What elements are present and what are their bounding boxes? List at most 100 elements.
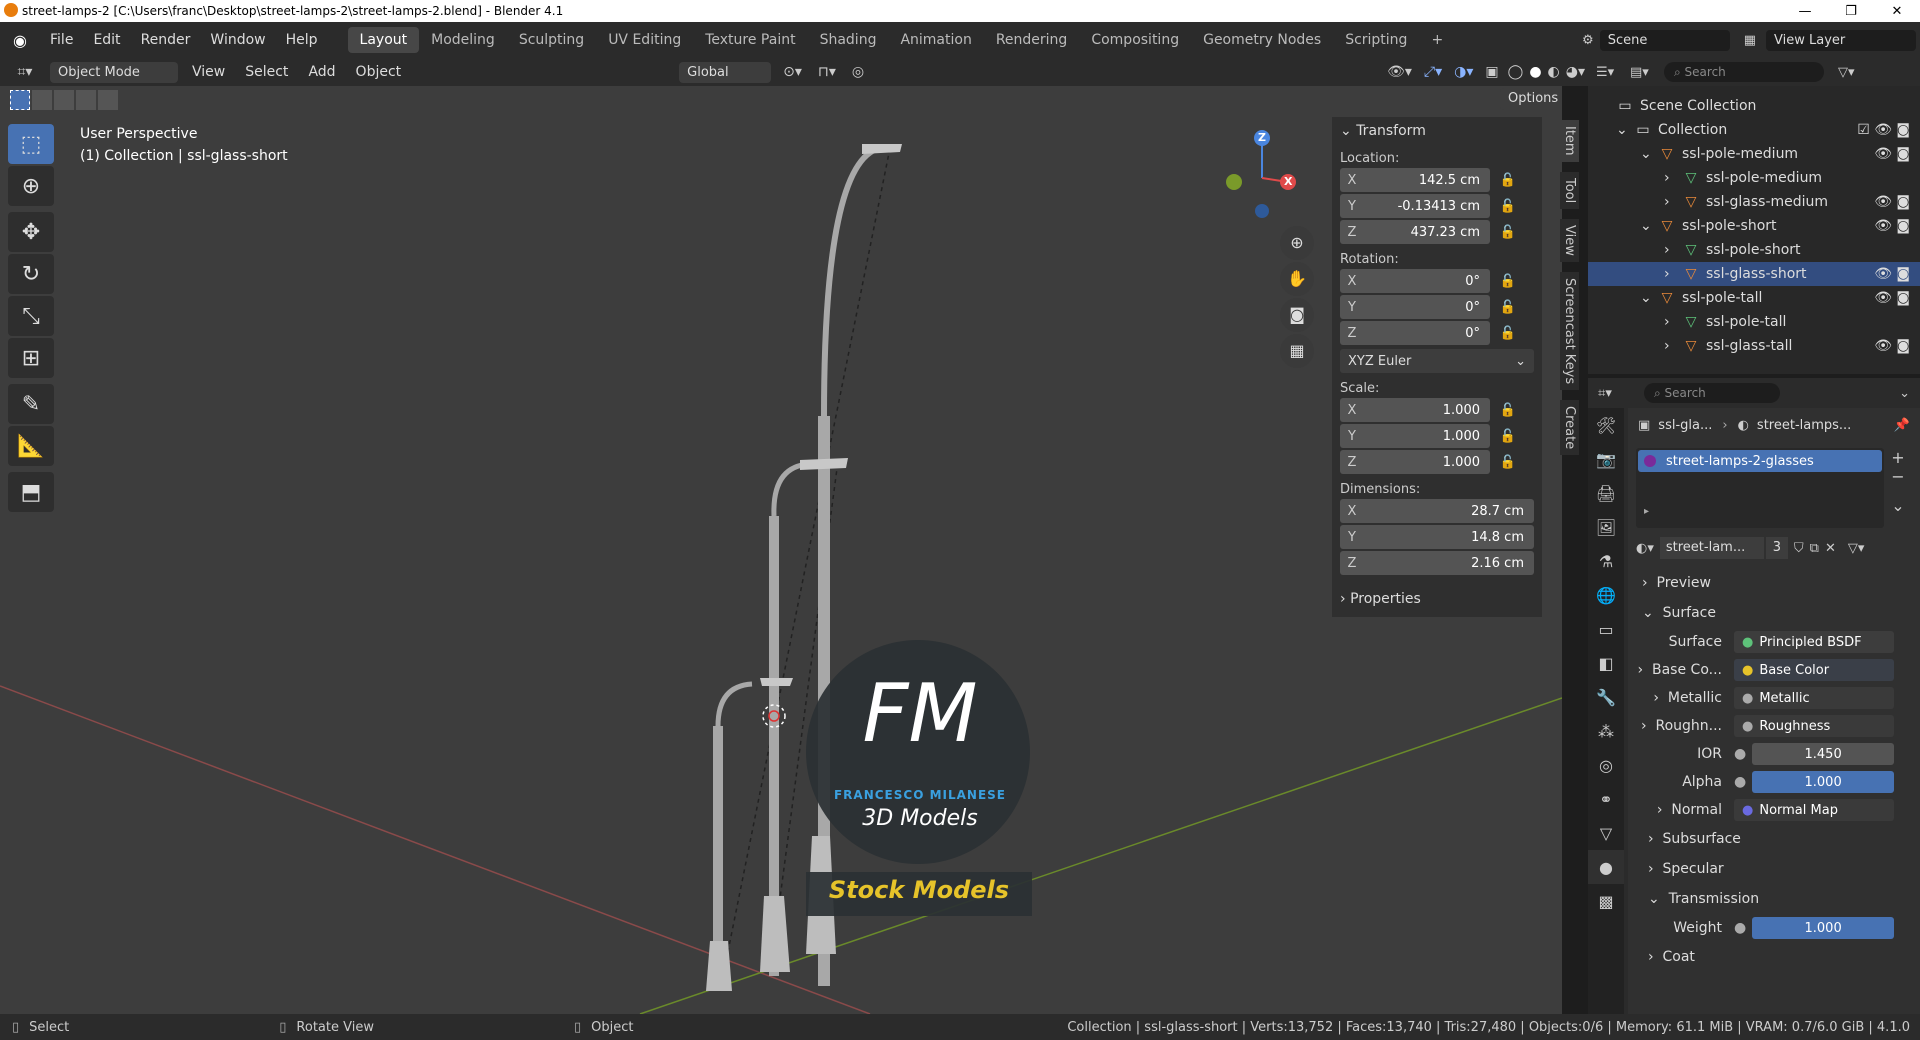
- collection-controls[interactable]: ☑ 👁 ◙: [1857, 122, 1910, 138]
- wireframe-shading-icon[interactable]: ◯: [1505, 64, 1527, 80]
- gizmo-toggle-icon[interactable]: ⤢▾: [1418, 64, 1448, 80]
- tab-item[interactable]: Item: [1560, 120, 1579, 162]
- outliner-row[interactable]: ⌄ ▽ ssl-pole-medium 👁 ◙: [1588, 142, 1920, 166]
- tab-uv-editing[interactable]: UV Editing: [596, 27, 693, 53]
- fake-user-icon[interactable]: ⛉: [1794, 541, 1804, 556]
- tab-geometry-nodes[interactable]: Geometry Nodes: [1191, 27, 1333, 53]
- perspective-toggle-icon[interactable]: ▦: [1280, 334, 1314, 368]
- display-mode-icon[interactable]: ▤▾: [1630, 65, 1664, 80]
- rotation-y-field[interactable]: Y 0° 🔓: [1340, 295, 1516, 319]
- subsurface-panel-header[interactable]: › Subsurface: [1628, 824, 1920, 854]
- output-properties-icon[interactable]: 🖨: [1588, 476, 1624, 510]
- transmission-panel-header[interactable]: ⌄ Transmission: [1628, 884, 1920, 914]
- expand-icon[interactable]: ▸: [1644, 506, 1649, 517]
- editor-type-icon[interactable]: ☰▾: [1596, 65, 1630, 80]
- data-properties-icon[interactable]: ▽: [1588, 816, 1624, 850]
- menu-object[interactable]: Object: [346, 64, 412, 80]
- add-slot-icon[interactable]: +: [1891, 448, 1904, 467]
- select-invert-icon[interactable]: [76, 90, 96, 110]
- slot-menu-icon[interactable]: ⌄: [1891, 496, 1904, 515]
- preview-panel-header[interactable]: › Preview: [1628, 568, 1920, 598]
- view-layer-properties-icon[interactable]: 🖼: [1588, 510, 1624, 544]
- tab-screencast-keys[interactable]: Screencast Keys: [1560, 271, 1579, 390]
- select-new-icon[interactable]: [10, 90, 30, 110]
- chevron-down-icon[interactable]: ⌄: [1640, 146, 1658, 162]
- chevron-right-icon[interactable]: ›: [1664, 314, 1682, 330]
- visibility-icon[interactable]: 👁▾: [1381, 64, 1418, 80]
- camera-view-icon[interactable]: ◙: [1280, 298, 1314, 332]
- rotation-z-field[interactable]: Z 0° 🔓: [1340, 321, 1516, 345]
- rotate-tool-icon[interactable]: ↻: [8, 254, 54, 294]
- pan-hand-icon[interactable]: ✋: [1280, 262, 1314, 296]
- proportional-edit-icon[interactable]: ◎: [844, 64, 872, 80]
- object-properties-icon[interactable]: ◧: [1588, 646, 1624, 680]
- ior-field[interactable]: 1.450: [1752, 743, 1894, 765]
- menu-help[interactable]: Help: [276, 32, 328, 48]
- scale-tool-icon[interactable]: ⤡: [8, 296, 54, 336]
- maximize-button[interactable]: ❐: [1828, 4, 1874, 19]
- scene-selector[interactable]: Scene: [1599, 29, 1730, 51]
- editor-type-icon[interactable]: ⌗▾: [0, 64, 50, 80]
- unlink-icon[interactable]: ✕: [1825, 541, 1836, 556]
- tab-tool[interactable]: Tool: [1560, 171, 1579, 209]
- lock-icon[interactable]: 🔓: [1500, 429, 1516, 444]
- add-workspace-icon[interactable]: +: [1419, 27, 1455, 53]
- chevron-down-icon[interactable]: ⌄: [1899, 386, 1920, 401]
- location-y-field[interactable]: Y -0.13413 cm 🔓: [1340, 194, 1516, 218]
- transform-tool-icon[interactable]: ⊞: [8, 338, 54, 378]
- outliner-search-input[interactable]: ⌕ Search: [1664, 62, 1824, 82]
- scene-icon[interactable]: ⚙: [1576, 33, 1600, 48]
- render-properties-icon[interactable]: 📷: [1588, 442, 1624, 476]
- zoom-icon[interactable]: ⊕: [1280, 226, 1314, 260]
- rendered-shading-icon[interactable]: ◕▾: [1563, 64, 1588, 80]
- menu-add[interactable]: Add: [298, 64, 345, 80]
- pin-icon[interactable]: 📌: [1894, 418, 1920, 433]
- particles-properties-icon[interactable]: ⁂: [1588, 714, 1624, 748]
- close-button[interactable]: ✕: [1874, 4, 1920, 19]
- visibility-controls[interactable]: 👁 ◙: [1874, 266, 1910, 282]
- lock-icon[interactable]: 🔓: [1500, 403, 1516, 418]
- material-name-field[interactable]: street-lam...: [1659, 537, 1764, 559]
- rotation-x-field[interactable]: X 0° 🔓: [1340, 269, 1516, 293]
- outliner-row[interactable]: › ▽ ssl-pole-tall: [1588, 310, 1920, 334]
- move-tool-icon[interactable]: ✥: [8, 212, 54, 252]
- transform-header[interactable]: ⌄ Transform: [1332, 117, 1542, 145]
- remove-slot-icon[interactable]: −: [1891, 467, 1904, 486]
- xray-icon[interactable]: ▣: [1479, 64, 1504, 80]
- specular-panel-header[interactable]: › Specular: [1628, 854, 1920, 884]
- lock-icon[interactable]: 🔓: [1500, 455, 1516, 470]
- menu-file[interactable]: File: [40, 32, 83, 48]
- collection-properties-icon[interactable]: ▭: [1588, 612, 1624, 646]
- scene-properties-icon[interactable]: ⚗: [1588, 544, 1624, 578]
- mode-selector[interactable]: Object Mode: [50, 61, 178, 83]
- tab-modeling[interactable]: Modeling: [419, 27, 507, 53]
- add-cube-tool-icon[interactable]: ⬒: [8, 472, 54, 512]
- material-browse-icon[interactable]: ◐▾: [1636, 541, 1654, 556]
- tab-sculpting[interactable]: Sculpting: [507, 27, 596, 53]
- modifier-properties-icon[interactable]: 🔧: [1588, 680, 1624, 714]
- navigation-gizmo[interactable]: [1210, 122, 1300, 222]
- base-color-field[interactable]: ● Base Color: [1734, 659, 1894, 681]
- pivot-icon[interactable]: ⊙▾: [775, 64, 810, 80]
- view-layer-selector[interactable]: View Layer: [1766, 29, 1916, 51]
- outliner-row-selected[interactable]: › ▽ ssl-glass-short 👁 ◙: [1588, 262, 1920, 286]
- surface-panel-header[interactable]: ⌄ Surface: [1628, 598, 1920, 628]
- outliner-row[interactable]: › ▽ ssl-pole-short: [1588, 238, 1920, 262]
- location-x-field[interactable]: X 142.5 cm 🔓: [1340, 168, 1516, 192]
- visibility-controls[interactable]: 👁 ◙: [1874, 146, 1910, 162]
- tab-shading[interactable]: Shading: [808, 27, 889, 53]
- outliner-row[interactable]: ▭ Scene Collection: [1588, 94, 1920, 118]
- material-slot-item[interactable]: street-lamps-2-glasses: [1638, 450, 1882, 472]
- dimension-x-field[interactable]: X 28.7 cm: [1340, 499, 1534, 523]
- solid-shading-icon[interactable]: ●: [1526, 64, 1544, 80]
- snap-icon[interactable]: ⊓▾: [810, 64, 844, 80]
- outliner-row[interactable]: › ▽ ssl-glass-tall 👁 ◙: [1588, 334, 1920, 358]
- chevron-down-icon[interactable]: ⌄: [1616, 122, 1634, 138]
- outliner-row[interactable]: › ▽ ssl-glass-medium 👁 ◙: [1588, 190, 1920, 214]
- visibility-controls[interactable]: 👁 ◙: [1874, 290, 1910, 306]
- lock-icon[interactable]: 🔓: [1500, 274, 1516, 289]
- alpha-field[interactable]: 1.000: [1752, 771, 1894, 793]
- outliner-row[interactable]: ⌄ ▭ Collection ☑ 👁 ◙: [1588, 118, 1920, 142]
- cursor-tool-icon[interactable]: ⊕: [8, 166, 54, 206]
- chevron-down-icon[interactable]: ⌄: [1640, 218, 1658, 234]
